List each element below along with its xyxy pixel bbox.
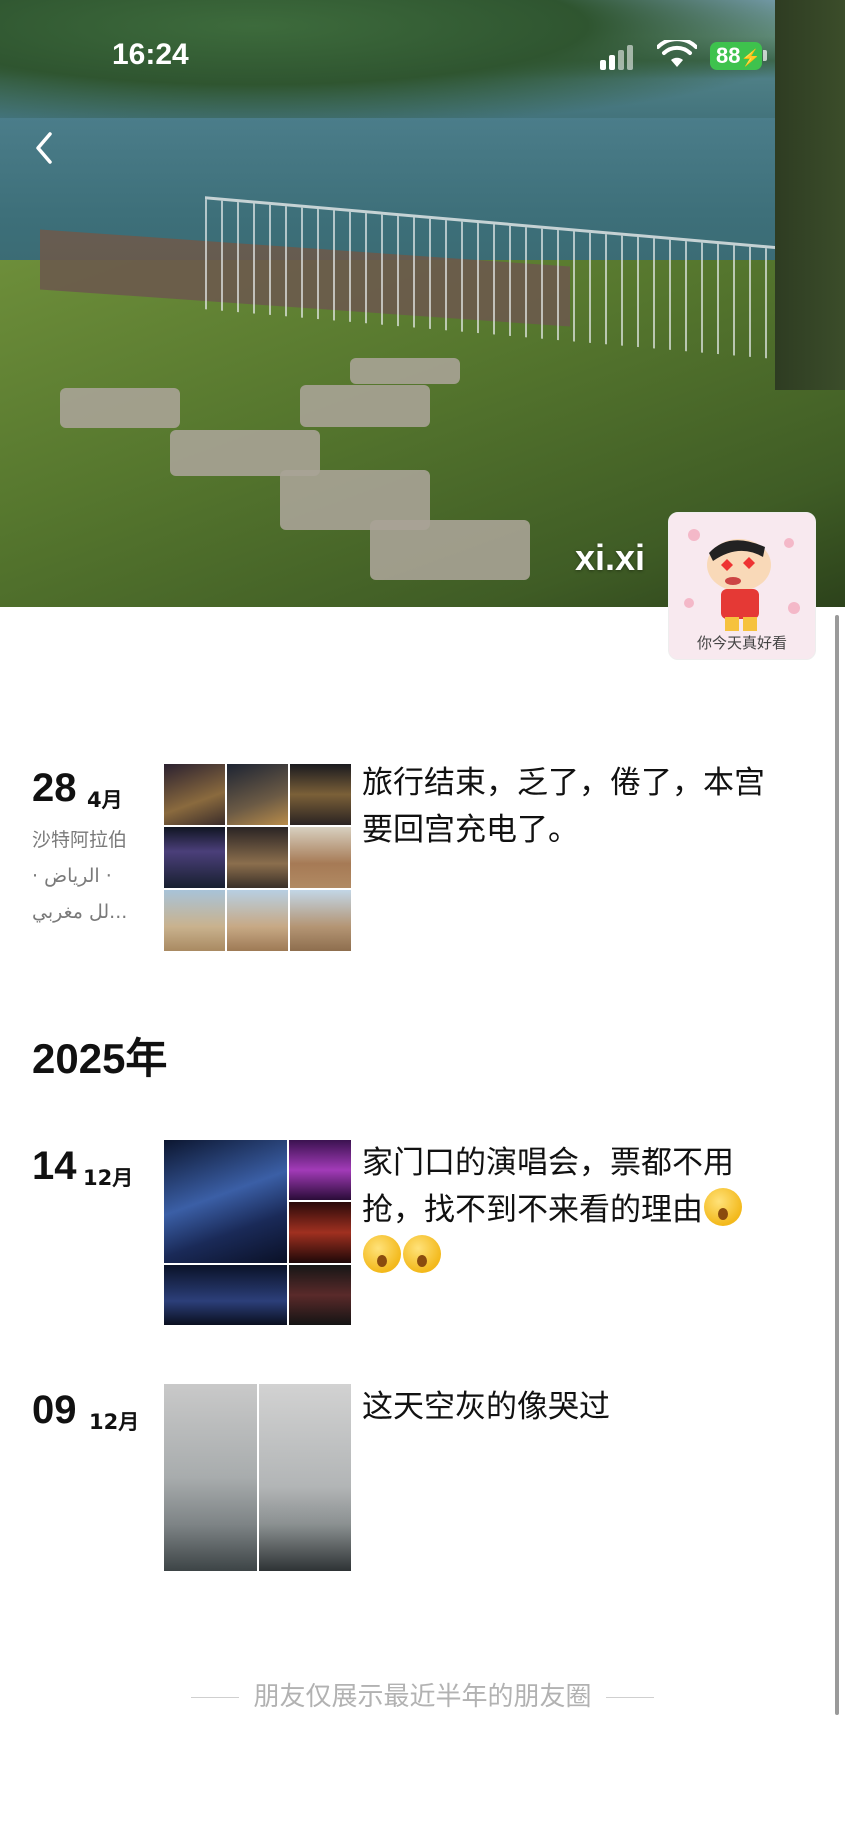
battery-icon: 88⚡ (710, 42, 762, 70)
post-image[interactable] (289, 1264, 351, 1325)
post-month: 12月 (89, 1410, 140, 1434)
post-day: 28 (32, 766, 77, 810)
post-image[interactable] (290, 890, 351, 951)
scrollbar[interactable] (835, 615, 839, 1715)
divider (605, 1697, 654, 1698)
post-image[interactable] (164, 1264, 288, 1325)
battery-tip (763, 50, 767, 61)
location-line: · الرياض · (32, 865, 112, 887)
shocked-emoji-icon (403, 1235, 441, 1273)
status-time: 16:24 (112, 38, 189, 71)
post-image[interactable] (227, 764, 288, 825)
footer-notice: 朋友仅展示最近半年的朋友圈 (0, 1676, 845, 1713)
post-text[interactable]: 家门口的演唱会，票都不用抢，找不到不来看的理由 (362, 1140, 782, 1281)
cover-stone (60, 388, 180, 428)
post-image-grid[interactable] (164, 1384, 351, 1571)
shocked-emoji-icon (704, 1188, 742, 1226)
post-day: 14 (32, 1144, 77, 1188)
post-image[interactable] (290, 827, 351, 888)
post-image[interactable] (164, 764, 225, 825)
post-text[interactable]: 这天空灰的像哭过 (362, 1384, 782, 1431)
post-image[interactable] (289, 1202, 351, 1263)
post-image[interactable] (164, 1384, 257, 1571)
back-icon[interactable] (30, 128, 58, 168)
avatar-caption: 你今天真好看 (696, 634, 787, 652)
post-day: 09 (32, 1388, 77, 1432)
profile-username[interactable]: xi.xi (575, 537, 645, 579)
post-image[interactable] (164, 1140, 288, 1263)
post-image[interactable] (258, 1384, 351, 1571)
cover-tree (775, 0, 845, 390)
cover-stone (370, 520, 530, 580)
year-header: 2025年 (32, 1035, 168, 1082)
footer-text: 朋友仅展示最近半年的朋友圈 (253, 1682, 592, 1712)
divider (191, 1697, 240, 1698)
cover-stone (300, 385, 430, 427)
battery-level: 88 (716, 43, 741, 68)
post-location[interactable]: 沙特阿拉伯 · الرياض · لل مغربي... (32, 822, 154, 930)
post-image-grid[interactable] (164, 764, 351, 951)
location-line: لل مغربي... (32, 901, 128, 923)
post-image[interactable] (227, 890, 288, 951)
post-month: 12月 (83, 1166, 134, 1190)
post-image[interactable] (289, 1140, 351, 1201)
signal-icon (600, 44, 638, 70)
shocked-emoji-icon (363, 1235, 401, 1273)
avatar[interactable]: 你今天真好看 (668, 512, 816, 660)
post-image[interactable] (164, 827, 225, 888)
wifi-icon (657, 40, 697, 67)
post-month: 4月 (87, 788, 123, 812)
location-line: 沙特阿拉伯 (32, 829, 128, 851)
post-image-grid[interactable] (164, 1140, 351, 1327)
post-image[interactable] (227, 827, 288, 888)
cover-stone (350, 358, 460, 384)
post-image[interactable] (164, 890, 225, 951)
post-text[interactable]: 旅行结束，乏了，倦了，本宫要回宫充电了。 (362, 760, 782, 854)
post-image[interactable] (290, 764, 351, 825)
post-text-content: 家门口的演唱会，票都不用抢，找不到不来看的理由 (362, 1145, 734, 1228)
